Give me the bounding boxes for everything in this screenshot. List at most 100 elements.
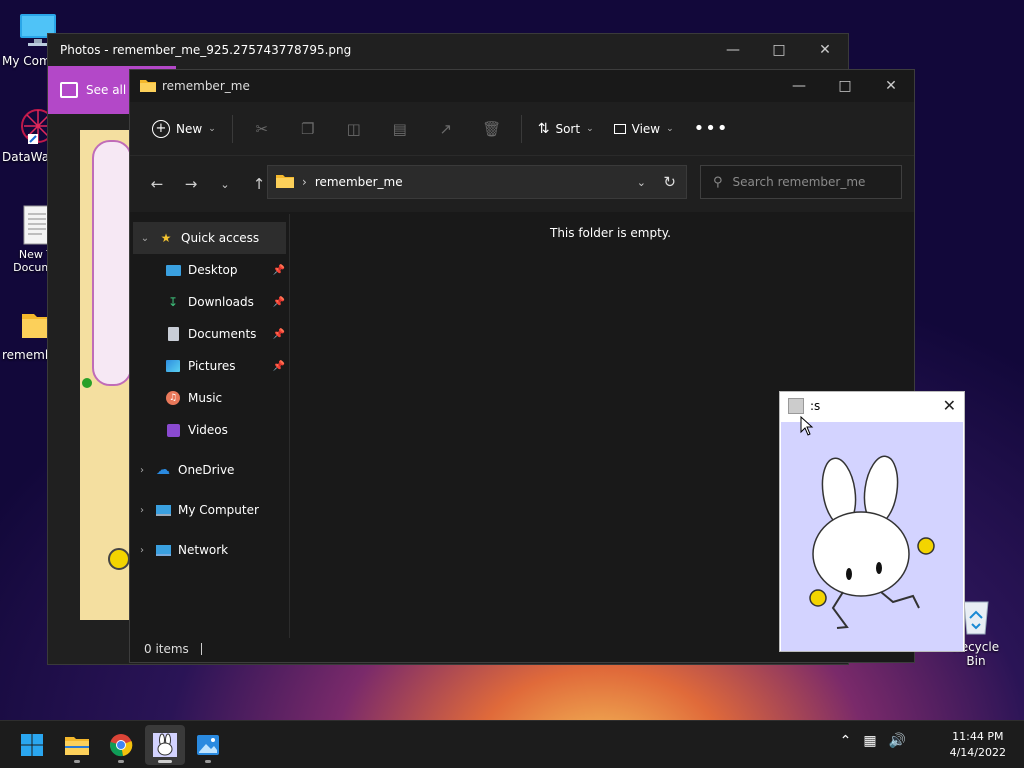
sidebar-item-documents[interactable]: Documents 📌 bbox=[130, 318, 289, 350]
network-icon bbox=[154, 542, 172, 558]
folder-icon bbox=[140, 78, 156, 95]
more-options-button[interactable]: ••• bbox=[684, 111, 739, 147]
chevron-down-icon: ⌄ bbox=[208, 123, 216, 134]
bunny-ear-shape bbox=[92, 140, 132, 386]
view-icon bbox=[613, 123, 626, 134]
navigation-pane: ⌄ ★ Quick access Desktop 📌 ↧ Downloads 📌… bbox=[130, 214, 290, 638]
command-bar: + New ⌄ ✂ ❐ ◫ ▤ ↗ 🗑 ⇅ Sort ⌄ View ⌄ ••• bbox=[130, 102, 914, 156]
search-icon: ⚲ bbox=[713, 174, 723, 190]
item-count: 0 items bbox=[144, 642, 189, 656]
sidebar-item-label: Quick access bbox=[181, 231, 260, 245]
sidebar-item-label: My Computer bbox=[178, 503, 259, 517]
viewer-title: :s bbox=[810, 399, 821, 413]
taskbar-chrome[interactable] bbox=[101, 725, 141, 765]
sidebar-item-label: Music bbox=[188, 391, 223, 405]
search-box[interactable]: ⚲ Search remember_me bbox=[700, 165, 902, 199]
cloud-icon: ☁ bbox=[156, 462, 170, 478]
star-icon: ★ bbox=[160, 231, 172, 245]
sort-label: Sort bbox=[555, 121, 581, 136]
share-icon[interactable]: ↗ bbox=[423, 111, 469, 147]
sidebar-item-quick-access[interactable]: ⌄ ★ Quick access bbox=[133, 222, 286, 254]
sidebar-item-videos[interactable]: Videos bbox=[130, 414, 289, 446]
running-indicator bbox=[118, 760, 124, 763]
pin-icon: 📌 bbox=[272, 296, 285, 308]
photos-icon bbox=[60, 82, 78, 98]
chevron-right-icon[interactable]: › bbox=[130, 545, 154, 556]
breadcrumb-separator-icon: › bbox=[302, 175, 307, 189]
toolbar-divider bbox=[520, 114, 522, 143]
ball-shape bbox=[108, 548, 130, 570]
download-icon: ↧ bbox=[167, 295, 179, 309]
running-indicator bbox=[158, 760, 172, 763]
running-indicator bbox=[205, 760, 211, 763]
rename-icon[interactable]: ▤ bbox=[377, 111, 423, 147]
close-button[interactable]: ✕ bbox=[802, 34, 848, 66]
sidebar-item-music[interactable]: ♫ Music bbox=[130, 382, 289, 414]
new-button[interactable]: + New ⌄ bbox=[142, 111, 226, 147]
sidebar-item-downloads[interactable]: ↧ Downloads 📌 bbox=[130, 286, 289, 318]
clock[interactable]: 11:44 PM 4/14/2022 bbox=[950, 729, 1006, 761]
ellipsis-icon: ••• bbox=[693, 118, 729, 139]
taskbar-bunny-app[interactable] bbox=[145, 725, 185, 765]
close-button[interactable]: ✕ bbox=[943, 396, 956, 415]
clock-time: 11:44 PM bbox=[952, 730, 1004, 743]
close-button[interactable]: ✕ bbox=[868, 70, 914, 102]
show-hidden-icons-chevron-icon[interactable]: ⌃ bbox=[840, 733, 852, 749]
chrome-icon bbox=[110, 734, 133, 757]
taskbar-photos[interactable] bbox=[188, 725, 228, 765]
sidebar-item-label: Network bbox=[178, 543, 229, 557]
sidebar-item-onedrive[interactable]: › ☁ OneDrive bbox=[130, 454, 289, 486]
sort-button[interactable]: ⇅ Sort ⌄ bbox=[528, 111, 604, 147]
back-button[interactable]: ← bbox=[140, 168, 174, 200]
computer-icon bbox=[154, 502, 172, 518]
chevron-right-icon[interactable]: › bbox=[130, 505, 154, 516]
address-dropdown-button[interactable]: ⌄ bbox=[637, 176, 646, 189]
chevron-right-icon[interactable]: › bbox=[130, 465, 154, 476]
recent-locations-button[interactable]: ⌄ bbox=[208, 168, 242, 200]
network-status-icon[interactable]: ▦ bbox=[863, 733, 876, 749]
document-icon bbox=[164, 326, 182, 342]
sidebar-item-network[interactable]: › Network bbox=[130, 534, 289, 566]
windows-logo-icon bbox=[21, 734, 43, 756]
paste-icon[interactable]: ◫ bbox=[331, 111, 377, 147]
mouse-cursor-icon bbox=[800, 415, 814, 439]
search-placeholder: Search remember_me bbox=[732, 175, 866, 189]
folder-icon bbox=[276, 174, 294, 191]
view-label: View bbox=[631, 121, 661, 136]
sidebar-item-pictures[interactable]: Pictures 📌 bbox=[130, 350, 289, 382]
minimize-button[interactable]: — bbox=[776, 70, 822, 102]
chevron-down-icon[interactable]: ⌄ bbox=[133, 233, 157, 244]
sidebar-item-label: OneDrive bbox=[178, 463, 235, 477]
view-button[interactable]: View ⌄ bbox=[604, 111, 684, 147]
maximize-button[interactable]: □ bbox=[822, 70, 868, 102]
start-button[interactable] bbox=[12, 725, 52, 765]
volume-icon[interactable]: 🔊 bbox=[889, 733, 906, 749]
delete-icon[interactable]: 🗑 bbox=[469, 111, 515, 147]
chevron-down-icon: ⌄ bbox=[666, 123, 674, 134]
minimize-button[interactable]: — bbox=[710, 34, 756, 66]
taskbar: ⌃ ▦ 🔊 11:44 PM 4/14/2022 bbox=[0, 720, 1024, 768]
sidebar-item-my-computer[interactable]: › My Computer bbox=[130, 494, 289, 526]
sidebar-item-label: Pictures bbox=[188, 359, 236, 373]
taskbar-file-explorer[interactable] bbox=[57, 725, 97, 765]
system-tray: ⌃ ▦ 🔊 bbox=[840, 733, 906, 749]
pin-icon: 📌 bbox=[272, 360, 285, 372]
leaf-shape bbox=[82, 378, 92, 388]
folder-icon bbox=[65, 737, 89, 755]
pin-icon: 📌 bbox=[272, 328, 285, 340]
cut-icon[interactable]: ✂ bbox=[239, 111, 285, 147]
running-indicator bbox=[74, 760, 80, 763]
address-bar[interactable]: › remember_me ⌄ ↻ bbox=[267, 165, 687, 199]
sidebar-item-label: Desktop bbox=[188, 263, 238, 277]
refresh-button[interactable]: ↻ bbox=[663, 173, 676, 191]
clock-date: 4/14/2022 bbox=[949, 746, 1006, 759]
music-icon: ♫ bbox=[164, 390, 182, 406]
breadcrumb-current[interactable]: remember_me bbox=[315, 175, 403, 189]
forward-button[interactable]: → bbox=[174, 168, 208, 200]
photos-icon bbox=[197, 735, 219, 755]
maximize-button[interactable]: □ bbox=[756, 34, 802, 66]
image-viewer-window[interactable]: :s ✕ bbox=[779, 391, 965, 652]
explorer-title: remember_me bbox=[162, 79, 250, 93]
copy-icon[interactable]: ❐ bbox=[285, 111, 331, 147]
sidebar-item-desktop[interactable]: Desktop 📌 bbox=[130, 254, 289, 286]
